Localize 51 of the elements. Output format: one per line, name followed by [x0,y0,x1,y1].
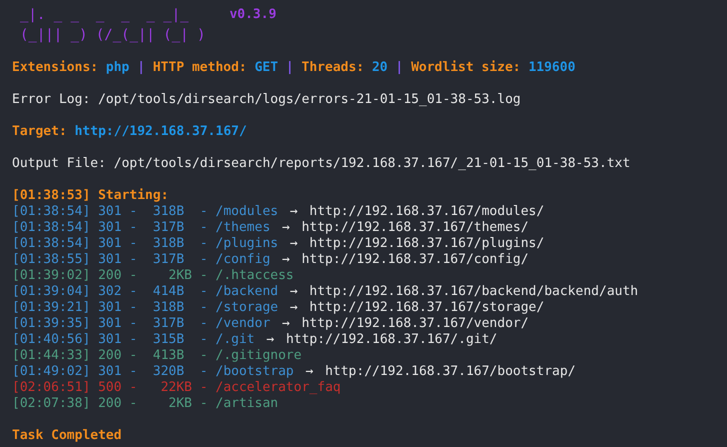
redirect-arrow: → [290,204,298,220]
setting-value: php [106,60,130,76]
redirect-url: http://192.168.37.167/backend/backend/auth [309,284,638,300]
setting-label: Wordlist size: [411,60,521,76]
setting-value: 119600 [528,60,576,76]
result-entry: [01:38:54] 301 - 318B - /plugins [12,236,278,252]
setting-value: GET [254,60,278,76]
redirect-arrow: → [266,332,274,348]
result-entry: [02:06:51] 500 - 22KB - /accelerator_faq [12,380,341,396]
result-entry: [01:49:02] 301 - 320B - /bootstrap [12,364,294,380]
redirect-arrow: → [290,284,298,300]
logo-art: (_||| _) (/_(_|| (_| ) [20,26,206,45]
task-completed-message: Task Completed [12,428,123,444]
redirect-url: http://192.168.37.167/.git/ [286,332,498,348]
redirect-url: http://192.168.37.167/vendor/ [302,316,529,332]
starting-message: [01:38:53] Starting: [12,188,170,204]
target-url: http://192.168.37.167/ [74,124,247,140]
target-label: Target: [12,124,67,140]
redirect-url: http://192.168.37.167/plugins/ [309,236,544,252]
setting-value: 20 [372,60,388,76]
redirect-arrow: → [306,364,314,380]
separator: | [395,60,404,76]
output-file-path: Output File: /opt/tools/dirsearch/reports/192.168.37.167/_21-01-15_01-38-53.txt [12,156,632,172]
logo-art: _|. _ _ _ _ _ _|_ [20,6,190,25]
result-entry: [01:39:04] 302 - 414B - /backend [12,284,278,300]
redirect-url: http://192.168.37.167/storage/ [309,300,544,316]
redirect-url: http://192.168.37.167/bootstrap/ [325,364,576,380]
setting-label: Threads: [302,60,364,76]
separator: | [137,60,146,76]
separator: | [286,60,294,76]
redirect-url: http://192.168.37.167/modules/ [309,204,544,220]
redirect-arrow: → [282,316,290,332]
result-entry: [01:44:33] 200 - 413B - /.gitignore [12,348,302,364]
setting-label: Extensions: [12,60,98,76]
version-label: v0.3.9 [229,6,276,24]
result-entry: [01:40:56] 301 - 315B - /.git [12,332,255,348]
redirect-arrow: → [282,252,290,268]
redirect-arrow: → [290,300,298,316]
redirect-url: http://192.168.37.167/config/ [302,252,529,268]
result-entry: [01:39:21] 301 - 318B - /storage [12,300,278,316]
result-entry: [01:39:02] 200 - 2KB - /.htaccess [12,268,294,284]
redirect-arrow: → [282,220,290,236]
result-entry: [01:38:54] 301 - 317B - /themes [12,220,270,236]
result-entry: [01:38:54] 301 - 318B - /modules [12,204,278,220]
result-entry: [02:07:38] 200 - 2KB - /artisan [12,396,278,412]
result-entry: [01:38:55] 301 - 317B - /config [12,252,270,268]
setting-label: HTTP method: [152,60,247,76]
redirect-arrow: → [290,236,298,252]
error-log-path: Error Log: /opt/tools/dirsearch/logs/errors-21-01-15_01-38-53.log [12,92,522,108]
result-entry: [01:39:35] 301 - 317B - /vendor [12,316,270,332]
redirect-url: http://192.168.37.167/themes/ [302,220,529,236]
